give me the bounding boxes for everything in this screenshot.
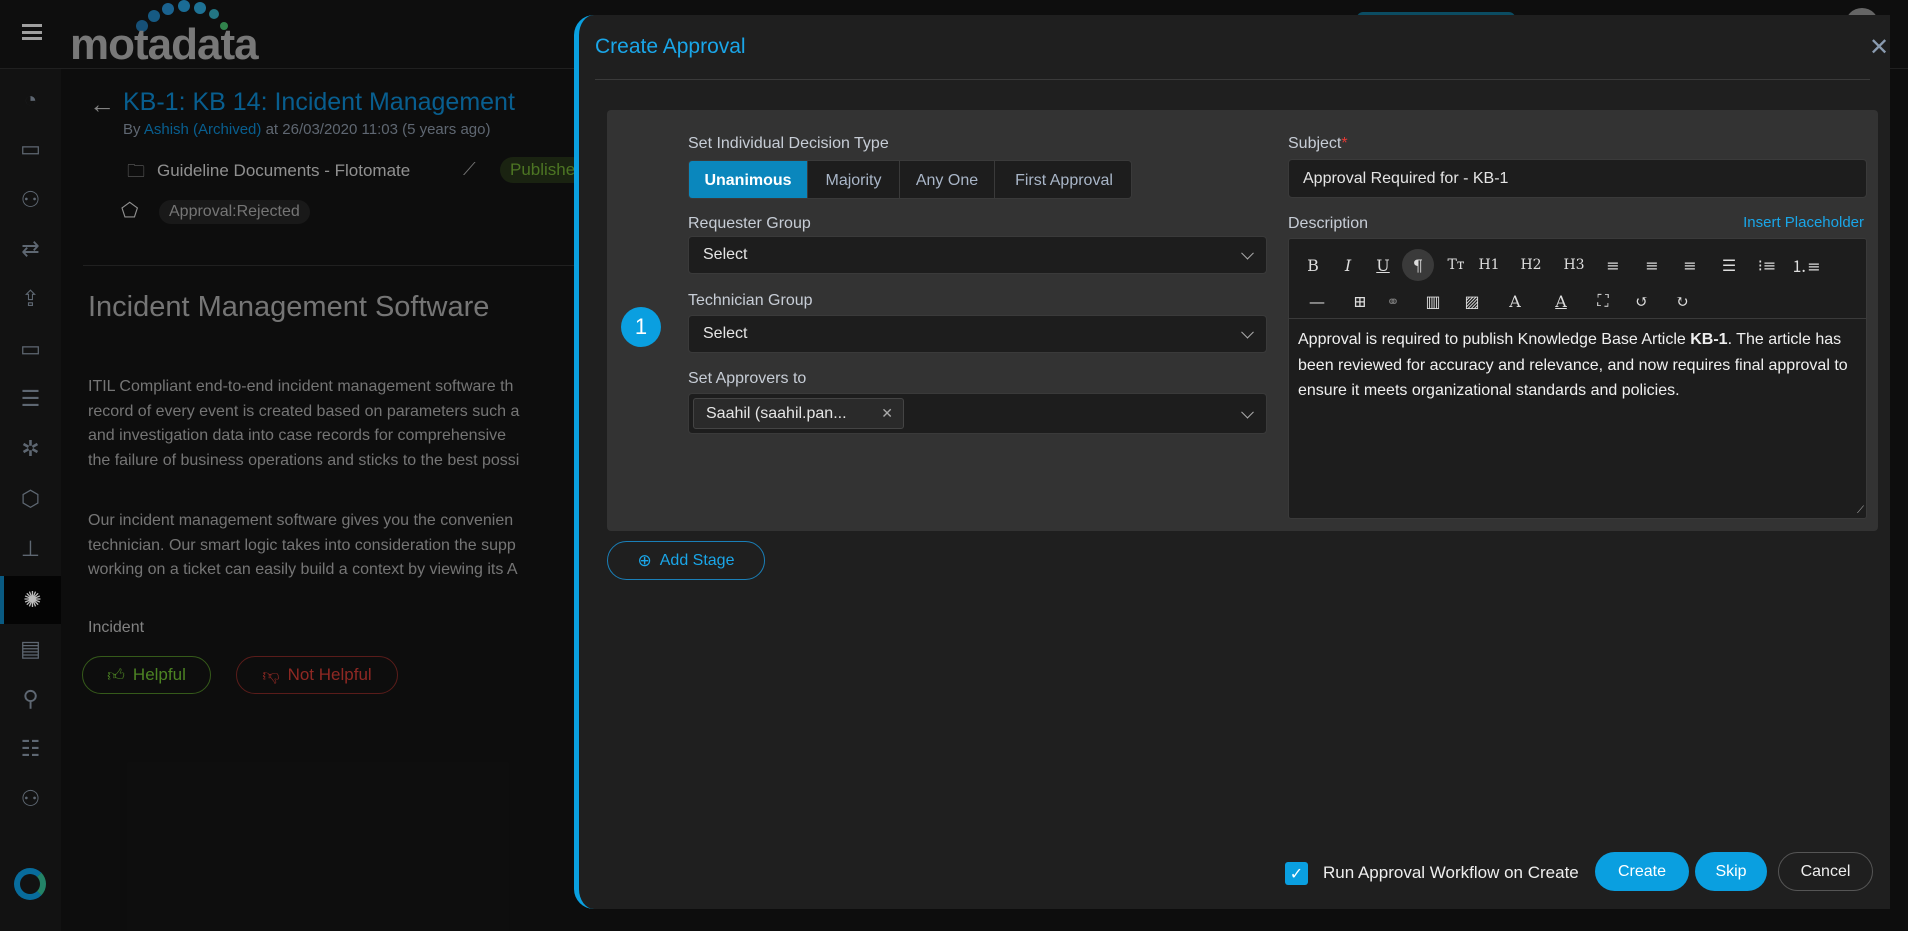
redo-icon[interactable]: ↻ xyxy=(1668,287,1696,315)
stage-number-badge: 1 xyxy=(621,307,661,347)
decision-unanimous[interactable]: Unanimous xyxy=(689,161,808,198)
table-icon[interactable]: ⊞ xyxy=(1346,287,1374,315)
chevron-down-icon xyxy=(1241,246,1254,260)
justify-icon[interactable]: ☰ xyxy=(1715,251,1743,279)
undo-icon[interactable]: ↺ xyxy=(1628,287,1656,315)
skip-button[interactable]: Skip xyxy=(1695,852,1767,891)
font-color-icon[interactable]: A xyxy=(1547,287,1575,315)
chevron-down-icon xyxy=(1241,325,1254,339)
close-icon[interactable]: ✕ xyxy=(1869,33,1889,61)
font-style-icon[interactable]: A xyxy=(1501,287,1529,315)
heading2-icon[interactable]: H2 xyxy=(1517,251,1545,279)
align-left-icon[interactable]: ≡ xyxy=(1599,251,1627,279)
bold-icon[interactable]: B xyxy=(1299,251,1327,279)
decision-any-one[interactable]: Any One xyxy=(900,161,995,198)
technician-group-label: Technician Group xyxy=(688,292,813,309)
add-stage-button[interactable]: ⊕ Add Stage xyxy=(607,541,765,580)
link-icon[interactable]: ⚭ xyxy=(1379,287,1407,315)
approvers-label: Set Approvers to xyxy=(688,370,807,387)
editor-toolbar: B I U ¶ Tт H1 H2 H3 ≡ ≡ ≡ ☰ ⁝≡ ⒈≡ — ⊞ ⚭ … xyxy=(1289,239,1866,319)
run-workflow-label: Run Approval Workflow on Create xyxy=(1323,863,1579,882)
create-approval-modal: Create Approval ✕ 1 Set Individual Decis… xyxy=(574,15,1890,909)
decision-type-group: Unanimous Majority Any One First Approva… xyxy=(688,160,1132,199)
requester-group-select[interactable]: Select xyxy=(688,236,1267,274)
align-center-icon[interactable]: ≡ xyxy=(1638,251,1666,279)
decision-first-approval[interactable]: First Approval xyxy=(995,161,1131,198)
approval-stage-panel: 1 Set Individual Decision Type Unanimous… xyxy=(607,110,1878,531)
description-editor[interactable]: B I U ¶ Tт H1 H2 H3 ≡ ≡ ≡ ☰ ⁝≡ ⒈≡ — ⊞ ⚭ … xyxy=(1288,238,1867,519)
heading1-icon[interactable]: H1 xyxy=(1475,251,1503,279)
paragraph-icon[interactable]: ¶ xyxy=(1402,249,1434,281)
create-button[interactable]: Create xyxy=(1595,852,1689,891)
approvers-select[interactable]: Saahil (saahil.pan... ✕ xyxy=(688,393,1267,434)
horizontal-rule-icon[interactable]: — xyxy=(1303,287,1331,315)
requester-group-label: Requester Group xyxy=(688,215,811,232)
decision-majority[interactable]: Majority xyxy=(808,161,900,198)
plus-circle-icon: ⊕ xyxy=(637,550,652,570)
run-workflow-checkbox[interactable]: ✓ xyxy=(1285,862,1308,885)
heading3-icon[interactable]: H3 xyxy=(1560,251,1588,279)
subject-label: Subject* xyxy=(1288,135,1348,152)
approver-tag: Saahil (saahil.pan... ✕ xyxy=(693,398,904,429)
bullet-list-icon[interactable]: ⁝≡ xyxy=(1753,251,1781,279)
remove-tag-icon[interactable]: ✕ xyxy=(881,405,893,422)
resize-handle-icon[interactable]: ⟋ xyxy=(1857,505,1864,516)
chevron-down-icon xyxy=(1241,405,1254,419)
decision-type-label: Set Individual Decision Type xyxy=(688,135,889,152)
image-icon[interactable]: ▨ xyxy=(1458,287,1486,315)
subject-input[interactable]: Approval Required for - KB-1 xyxy=(1288,159,1867,198)
align-right-icon[interactable]: ≡ xyxy=(1676,251,1704,279)
numbered-list-icon[interactable]: ⒈≡ xyxy=(1791,251,1820,279)
check-icon: ✓ xyxy=(1289,865,1304,883)
description-label: Description xyxy=(1288,215,1369,232)
italic-icon[interactable]: I xyxy=(1334,251,1362,279)
underline-icon[interactable]: U xyxy=(1369,251,1397,279)
insert-placeholder-link[interactable]: Insert Placeholder xyxy=(1657,214,1864,231)
header-divider xyxy=(595,79,1870,80)
technician-group-select[interactable]: Select xyxy=(688,315,1267,353)
cancel-button[interactable]: Cancel xyxy=(1778,852,1873,891)
font-size-icon[interactable]: Tт xyxy=(1442,251,1470,279)
video-icon[interactable]: ▥ xyxy=(1419,287,1447,315)
modal-title: Create Approval xyxy=(595,35,746,58)
description-text[interactable]: Approval is required to publish Knowledg… xyxy=(1298,327,1853,404)
fullscreen-icon[interactable]: ⛶ xyxy=(1589,287,1617,315)
